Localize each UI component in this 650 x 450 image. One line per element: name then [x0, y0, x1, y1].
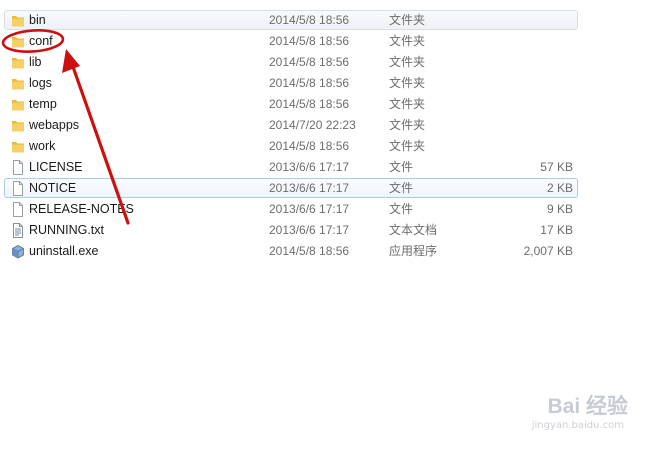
file-type: 文件夹 [389, 76, 426, 90]
watermark-url: jingyan.baidu.com [531, 420, 624, 431]
file-date: 2013/6/6 17:17 [269, 223, 350, 237]
file-type: 文件 [389, 181, 414, 195]
file-row-logs[interactable]: logs 2014/5/8 18:56 文件夹 [4, 73, 578, 93]
file-name: lib [29, 55, 42, 69]
file-date: 2014/5/8 18:56 [269, 97, 350, 111]
file-type: 文件 [389, 160, 414, 174]
file-size: 17 KB [540, 223, 573, 237]
folder-icon [12, 121, 24, 132]
file-type: 应用程序 [389, 244, 438, 258]
file-type: 文件夹 [389, 139, 426, 153]
file-name: work [29, 139, 56, 153]
file-type: 文件夹 [389, 118, 426, 132]
folder-icon [12, 142, 24, 153]
folder-icon [12, 100, 24, 111]
file-name: logs [29, 76, 52, 90]
file-row-work[interactable]: work 2014/5/8 18:56 文件夹 [4, 136, 578, 156]
file-name: webapps [29, 118, 80, 132]
file-date: 2014/5/8 18:56 [269, 13, 350, 27]
file-type: 文件夹 [389, 34, 426, 48]
file-row-release-notes[interactable]: RELEASE-NOTES 2013/6/6 17:17 文件 9 KB [4, 199, 578, 219]
file-name: bin [29, 13, 46, 27]
folder-icon [12, 16, 24, 27]
text-document-icon [13, 223, 23, 238]
file-date: 2014/5/8 18:56 [269, 139, 350, 153]
file-type: 文件夹 [389, 97, 426, 111]
file-size: 57 KB [540, 160, 573, 174]
file-name: LICENSE [29, 160, 83, 174]
file-row-uninstall-exe[interactable]: uninstall.exe 2014/5/8 18:56 应用程序 2,007 … [4, 241, 578, 261]
file-size: 2,007 KB [523, 244, 573, 258]
file-date: 2013/6/6 17:17 [269, 160, 350, 174]
file-name: RUNNING.txt [29, 223, 104, 237]
file-row-webapps[interactable]: webapps 2014/7/20 22:23 文件夹 [4, 115, 578, 135]
file-date: 2014/5/8 18:56 [269, 55, 350, 69]
file-name: RELEASE-NOTES [29, 202, 134, 216]
folder-icon [12, 58, 24, 69]
file-type: 文件 [389, 202, 414, 216]
file-name: NOTICE [29, 181, 77, 195]
folder-icon [12, 37, 24, 48]
file-size: 9 KB [546, 202, 573, 216]
file-date: 2014/7/20 22:23 [269, 118, 356, 132]
file-date: 2014/5/8 18:56 [269, 76, 350, 90]
watermark: Bai 经验 jingyan.baidu.com [508, 390, 628, 438]
file-name: temp [29, 97, 57, 111]
file-row-temp[interactable]: temp 2014/5/8 18:56 文件夹 [4, 94, 578, 114]
file-type: 文件夹 [389, 55, 426, 69]
file-row-license[interactable]: LICENSE 2013/6/6 17:17 文件 57 KB [4, 157, 578, 177]
watermark-logo: Bai 经验 [547, 395, 628, 418]
file-row-running-txt[interactable]: RUNNING.txt 2013/6/6 17:17 文本文档 17 KB [4, 220, 578, 240]
folder-icon [12, 79, 24, 90]
file-icon [13, 160, 23, 175]
file-type: 文件夹 [389, 13, 426, 27]
file-row-bin[interactable]: bin 2014/5/8 18:56 文件夹 [4, 10, 578, 30]
file-date: 2014/5/8 18:56 [269, 244, 350, 258]
file-icon [13, 181, 23, 196]
file-row-conf[interactable]: conf 2014/5/8 18:56 文件夹 [4, 31, 578, 51]
file-row-notice[interactable]: NOTICE 2013/6/6 17:17 文件 2 KB [4, 178, 578, 198]
file-name: conf [29, 34, 53, 48]
file-row-lib[interactable]: lib 2014/5/8 18:56 文件夹 [4, 52, 578, 72]
file-size: 2 KB [546, 181, 573, 195]
file-icon [13, 202, 23, 217]
exe-icon [12, 245, 24, 259]
file-date: 2013/6/6 17:17 [269, 181, 350, 195]
file-name: uninstall.exe [29, 244, 99, 258]
file-date: 2013/6/6 17:17 [269, 202, 350, 216]
file-date: 2014/5/8 18:56 [269, 34, 350, 48]
file-type: 文本文档 [389, 223, 438, 237]
